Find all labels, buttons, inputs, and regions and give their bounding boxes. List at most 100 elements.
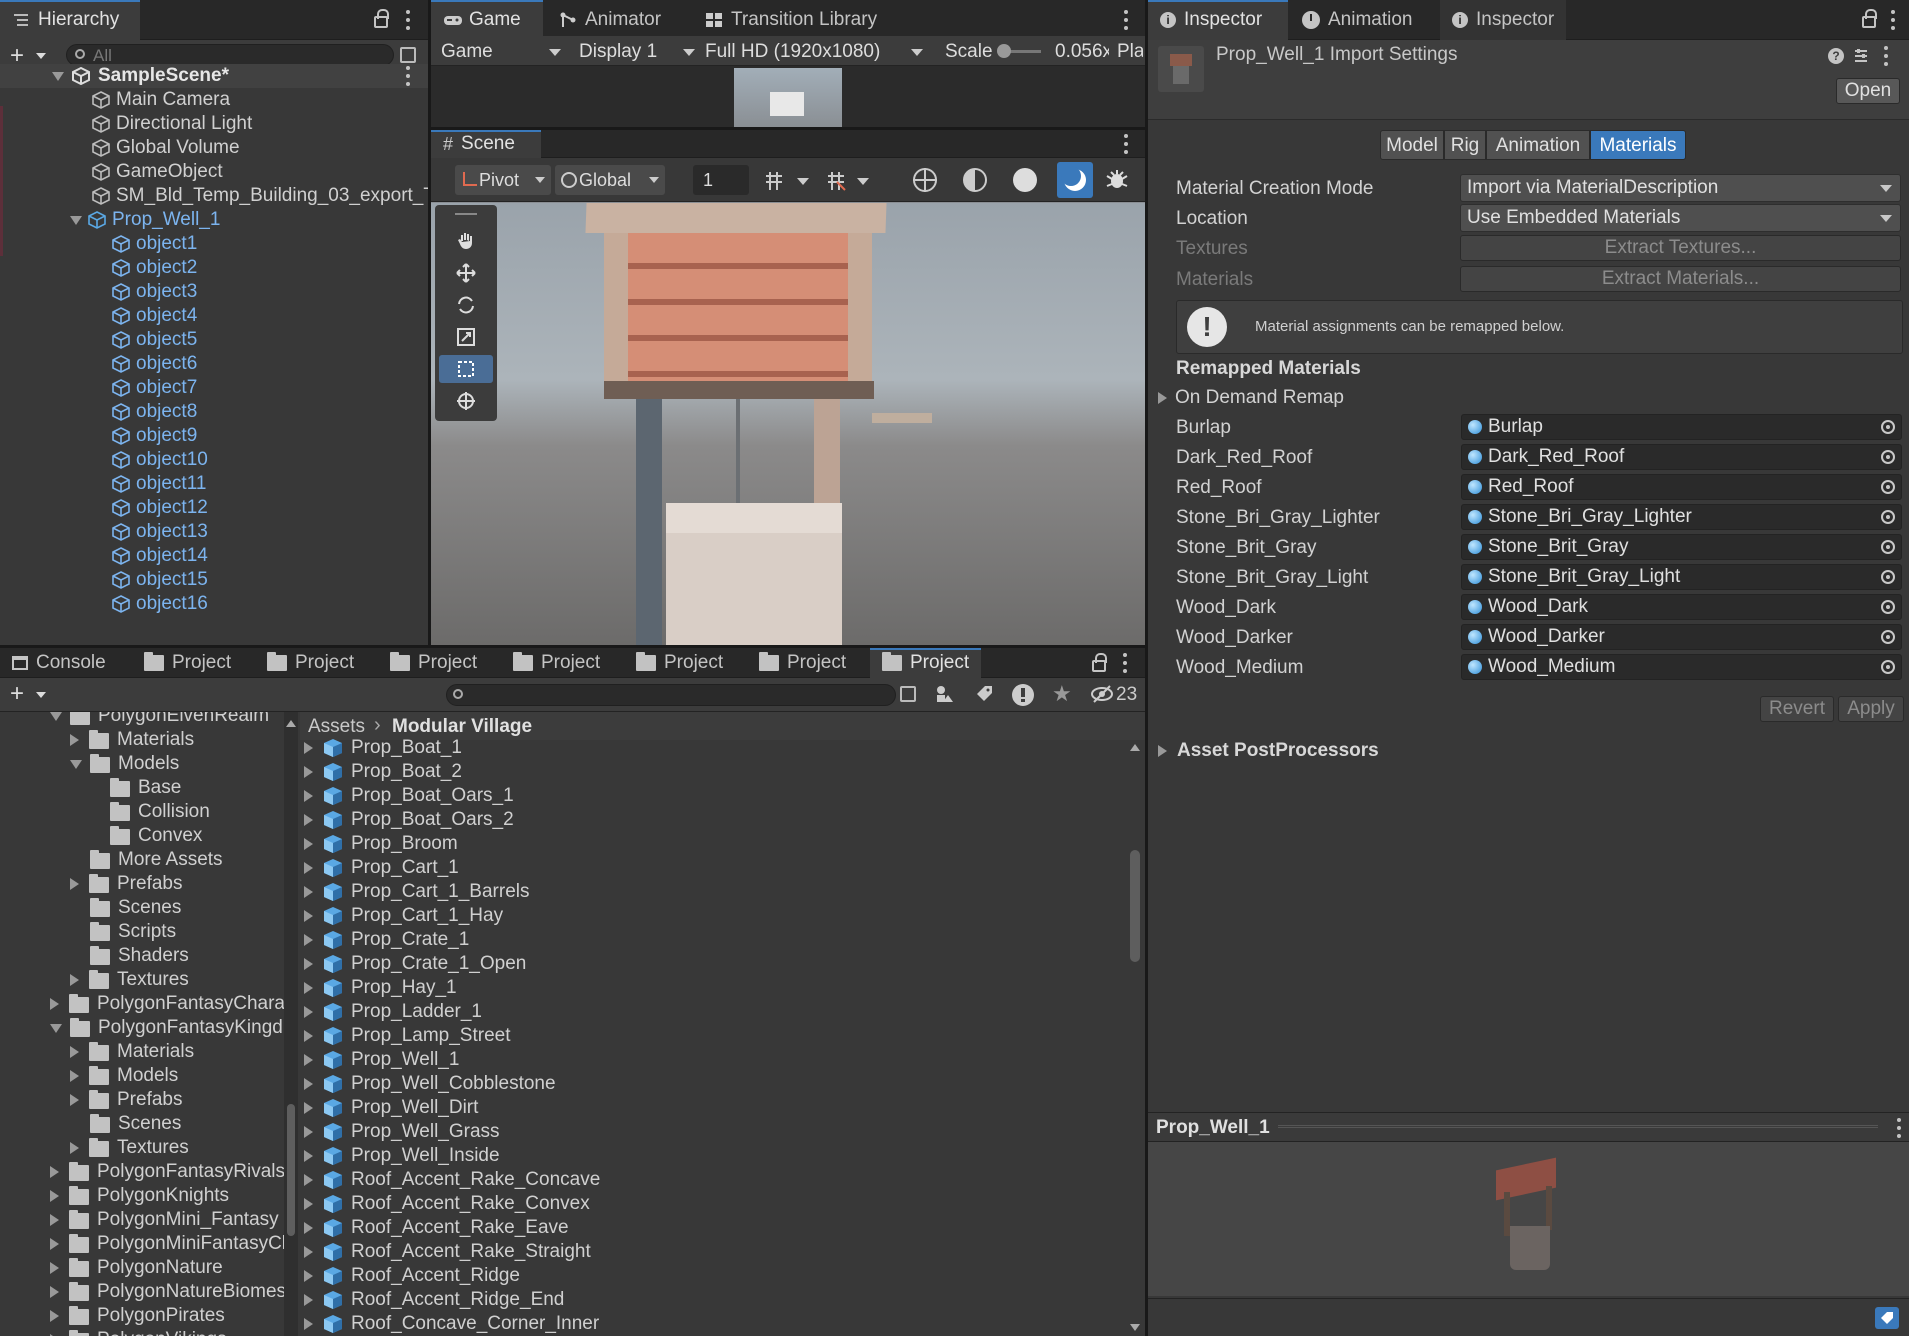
- asset-postprocessors-foldout[interactable]: Asset PostProcessors: [1158, 738, 1379, 764]
- hierarchy-child-item[interactable]: object1: [112, 232, 197, 256]
- collapse-arrow-icon[interactable]: [70, 1142, 79, 1154]
- tab-animator[interactable]: Animator: [547, 0, 673, 40]
- subtab-animation[interactable]: Animation: [1486, 130, 1590, 160]
- preview-options-icon[interactable]: [1896, 1118, 1902, 1138]
- expand-arrow-icon[interactable]: [70, 215, 82, 225]
- project-search-input[interactable]: [446, 684, 896, 706]
- expand-arrow-icon[interactable]: [304, 814, 313, 826]
- scroll-up-icon[interactable]: [286, 720, 296, 727]
- asset-item[interactable]: Prop_Crate_1: [304, 928, 469, 952]
- asset-label-icon[interactable]: [1875, 1307, 1899, 1329]
- tab-game[interactable]: Game: [431, 0, 543, 40]
- game-options-icon[interactable]: [1123, 10, 1129, 30]
- hierarchy-child-item[interactable]: object14: [112, 544, 208, 568]
- expand-arrow-icon[interactable]: [52, 71, 64, 81]
- project-folder-item[interactable]: PolygonElvenRealm: [50, 712, 269, 728]
- project-folder-item[interactable]: Scenes: [70, 896, 181, 920]
- project-folder-item[interactable]: Convex: [90, 824, 202, 848]
- material-creation-mode-dropdown[interactable]: Import via MaterialDescription: [1460, 174, 1901, 202]
- hierarchy-child-item[interactable]: object13: [112, 520, 208, 544]
- tab-project[interactable]: Project: [132, 648, 243, 678]
- open-button[interactable]: Open: [1836, 78, 1900, 104]
- project-folder-item[interactable]: Collision: [90, 800, 210, 824]
- hierarchy-child-item[interactable]: object4: [112, 304, 197, 328]
- more-options-icon[interactable]: [1122, 653, 1128, 673]
- tab-inspector-2[interactable]: i Inspector: [1440, 0, 1567, 40]
- shaded-mode-icon[interactable]: [1013, 168, 1037, 192]
- object-picker-icon[interactable]: [1881, 420, 1895, 434]
- project-folder-item[interactable]: PolygonFantasyRivals: [50, 1160, 285, 1184]
- collapse-arrow-icon[interactable]: [50, 1262, 59, 1274]
- expand-arrow-icon[interactable]: [304, 1150, 313, 1162]
- filter-log-icon[interactable]: [1012, 684, 1034, 706]
- tab-scene[interactable]: # Scene: [431, 130, 541, 158]
- expand-arrow-icon[interactable]: [304, 1054, 313, 1066]
- help-icon[interactable]: ?: [1828, 48, 1844, 64]
- tab-project[interactable]: Project: [747, 648, 858, 678]
- scene-row[interactable]: SampleScene*: [0, 64, 428, 88]
- move-tool-icon[interactable]: [439, 259, 493, 287]
- expand-arrow-icon[interactable]: [50, 712, 62, 721]
- remap-material-field[interactable]: Wood_Darker: [1461, 624, 1902, 650]
- expand-arrow-icon[interactable]: [304, 1078, 313, 1090]
- asset-item[interactable]: Prop_Ladder_1: [304, 1000, 482, 1024]
- project-folder-item[interactable]: Scripts: [70, 920, 176, 944]
- lock-icon[interactable]: [374, 9, 389, 28]
- asset-item[interactable]: Roof_Accent_Rake_Straight: [304, 1240, 591, 1264]
- bug-icon[interactable]: [1105, 168, 1129, 192]
- tab-inspector[interactable]: i Inspector: [1148, 0, 1288, 40]
- project-folder-item[interactable]: PolygonPirates: [50, 1304, 225, 1328]
- scene-visibility-icon[interactable]: [400, 47, 416, 63]
- scroll-down-icon[interactable]: [1130, 1324, 1140, 1331]
- hierarchy-child-item[interactable]: object5: [112, 328, 197, 352]
- tab-project[interactable]: Project: [255, 648, 366, 678]
- filter-type-icon[interactable]: [934, 684, 954, 704]
- hierarchy-child-item[interactable]: object9: [112, 424, 197, 448]
- collapse-arrow-icon[interactable]: [50, 1214, 59, 1226]
- asset-item[interactable]: Prop_Cart_1_Barrels: [304, 880, 529, 904]
- asset-item[interactable]: Roof_Accent_Ridge_End: [304, 1288, 564, 1312]
- remap-material-field[interactable]: Stone_Brit_Gray: [1461, 534, 1902, 560]
- scene-options-icon[interactable]: [1123, 134, 1129, 154]
- asset-item[interactable]: Prop_Well_1: [304, 1048, 459, 1072]
- expand-arrow-icon[interactable]: [304, 910, 313, 922]
- asset-item[interactable]: Roof_Concave_Corner_Inner: [304, 1312, 599, 1336]
- expand-arrow-icon[interactable]: [304, 934, 313, 946]
- hierarchy-child-item[interactable]: object7: [112, 376, 197, 400]
- palette-handle[interactable]: [455, 213, 477, 215]
- asset-item[interactable]: Roof_Accent_Rake_Eave: [304, 1216, 569, 1240]
- folder-tree-scrollbar[interactable]: [284, 712, 298, 1336]
- chevron-down-icon[interactable]: [36, 692, 46, 698]
- object-picker-icon[interactable]: [1881, 600, 1895, 614]
- wireframe-mode-icon[interactable]: [913, 168, 937, 192]
- project-folder-item[interactable]: Prefabs: [70, 872, 182, 896]
- expand-arrow-icon[interactable]: [304, 1198, 313, 1210]
- more-options-icon[interactable]: [405, 10, 411, 30]
- scroll-thumb[interactable]: [287, 1104, 295, 1236]
- expand-arrow-icon[interactable]: [304, 886, 313, 898]
- global-dropdown[interactable]: Global: [555, 165, 665, 195]
- display-dropdown[interactable]: Display 1: [573, 36, 697, 66]
- add-icon[interactable]: +: [10, 680, 24, 708]
- remap-material-field[interactable]: Red_Roof: [1461, 474, 1902, 500]
- asset-item[interactable]: Roof_Accent_Rake_Concave: [304, 1168, 600, 1192]
- tab-animation[interactable]: Animation: [1290, 0, 1425, 40]
- play-mode-dropdown[interactable]: Pla: [1117, 41, 1143, 63]
- expand-arrow-icon[interactable]: [304, 1270, 313, 1282]
- collapse-arrow-icon[interactable]: [70, 1070, 79, 1082]
- hierarchy-child-item[interactable]: object11: [112, 472, 206, 496]
- resolution-dropdown[interactable]: Full HD (1920x1080): [699, 36, 929, 66]
- asset-item[interactable]: Roof_Accent_Rake_Convex: [304, 1192, 590, 1216]
- asset-item[interactable]: Prop_Boat_Oars_2: [304, 808, 514, 832]
- more-options-icon[interactable]: [1890, 10, 1896, 30]
- pivot-dropdown[interactable]: Pivot: [455, 165, 551, 195]
- hierarchy-child-item[interactable]: object6: [112, 352, 197, 376]
- hand-tool-icon[interactable]: [439, 227, 493, 255]
- asset-item[interactable]: Prop_Hay_1: [304, 976, 457, 1000]
- lock-icon[interactable]: [1092, 653, 1107, 672]
- project-folder-item[interactable]: PolygonKnights: [50, 1184, 229, 1208]
- object-picker-icon[interactable]: [1881, 660, 1895, 674]
- asset-item[interactable]: Prop_Boat_2: [304, 760, 462, 784]
- chevron-down-icon[interactable]: [857, 178, 869, 185]
- grid-snap-input[interactable]: 1: [693, 165, 749, 195]
